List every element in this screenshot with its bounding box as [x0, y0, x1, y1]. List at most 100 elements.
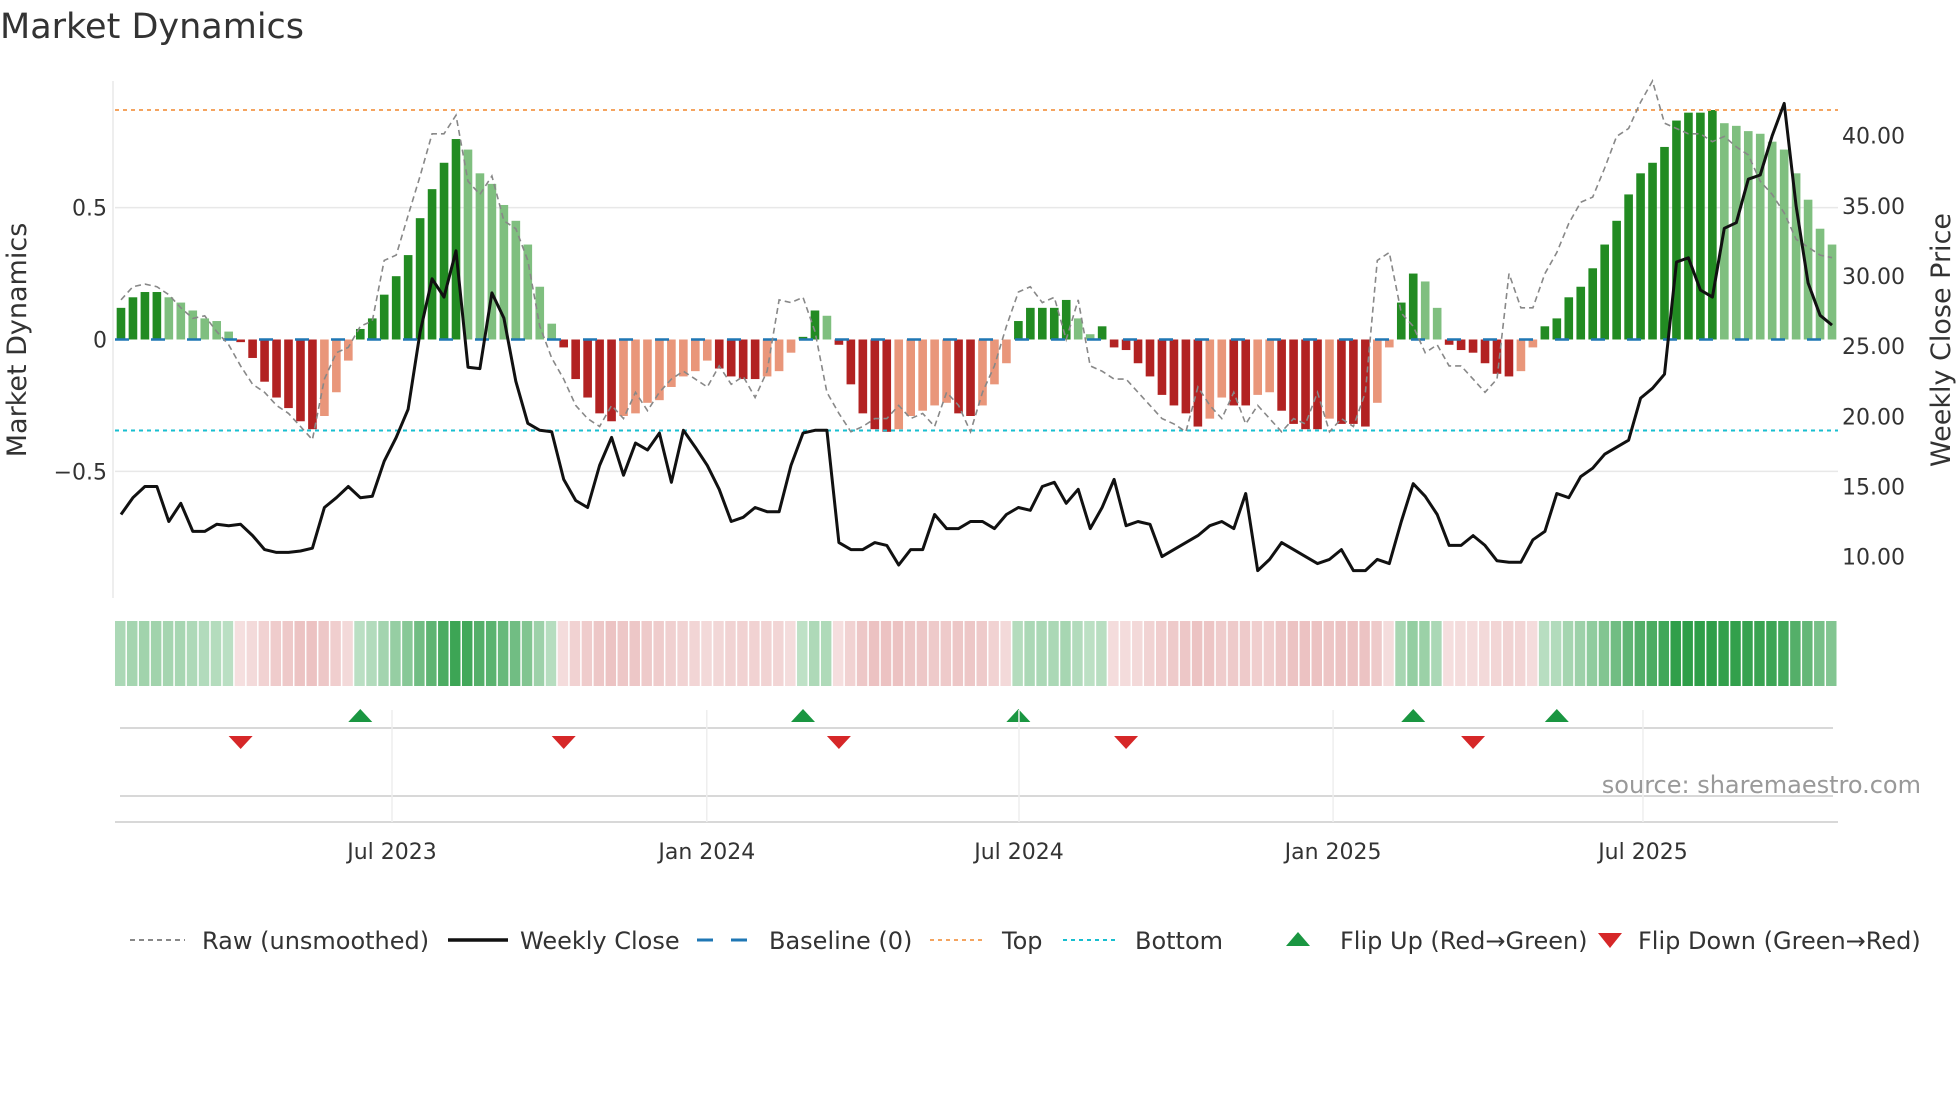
- strip-cell: [174, 621, 186, 686]
- bar: [655, 339, 664, 401]
- bar: [822, 315, 832, 340]
- strip-cell: [1479, 621, 1490, 686]
- strip-cell: [497, 621, 509, 686]
- bar: [619, 339, 628, 416]
- legend-flip-up-icon: [1286, 932, 1310, 946]
- bar: [1696, 112, 1705, 340]
- bar: [1624, 194, 1633, 340]
- bar: [990, 339, 999, 385]
- bar: [810, 310, 820, 340]
- strip-cell: [390, 621, 401, 686]
- legend-label: Top: [1001, 927, 1043, 955]
- bar: [1708, 110, 1717, 340]
- bar: [1731, 125, 1741, 340]
- bar: [403, 255, 413, 340]
- bar: [846, 339, 856, 385]
- strip-cell: [150, 621, 162, 686]
- strip-cell: [665, 621, 676, 686]
- strip-cell: [1120, 621, 1131, 686]
- strip-cell: [689, 621, 700, 686]
- bar: [894, 339, 904, 430]
- strip-cell: [198, 621, 210, 686]
- bar: [1552, 318, 1562, 340]
- strip-cell: [270, 621, 282, 686]
- heat-strip: [115, 621, 1837, 686]
- bar: [152, 292, 162, 340]
- bar: [212, 321, 222, 340]
- bar: [1265, 339, 1274, 393]
- flip-markers: [115, 709, 1838, 823]
- bar: [391, 276, 401, 340]
- strip-cell: [306, 621, 317, 686]
- bar: [1289, 339, 1298, 424]
- strip-cell: [126, 621, 138, 686]
- x-tick-label: Jan 2025: [1283, 840, 1382, 865]
- strip-cell: [1132, 621, 1143, 686]
- strip-cell: [1766, 621, 1777, 686]
- strip-cell: [820, 621, 832, 686]
- strip-cell: [761, 621, 772, 686]
- strip-cell: [1179, 621, 1191, 686]
- bar: [332, 339, 341, 393]
- strip-cell: [1658, 621, 1669, 686]
- flip-up-marker: [1544, 709, 1569, 722]
- strip-cell: [1814, 621, 1825, 686]
- strip-cell: [485, 621, 497, 686]
- bar: [918, 339, 927, 411]
- strip-cell: [1299, 621, 1311, 686]
- strip-cell: [318, 621, 329, 686]
- strip-cell: [509, 621, 521, 686]
- strip-cell: [725, 621, 736, 686]
- strip-cell: [1347, 621, 1358, 686]
- legend-label: Raw (unsmoothed): [202, 927, 429, 955]
- bar: [1313, 339, 1322, 430]
- strip-cell: [677, 621, 688, 686]
- strip-cell: [1622, 621, 1634, 686]
- bar: [128, 297, 138, 340]
- strip-cell: [988, 621, 999, 686]
- flip-up-marker: [791, 709, 816, 722]
- strip-cell: [414, 621, 425, 686]
- strip-cell: [1610, 621, 1622, 686]
- bar: [1684, 112, 1693, 340]
- bar: [1121, 339, 1131, 351]
- strip-cell: [1395, 621, 1406, 686]
- y2-tick-label: 25.00: [1842, 335, 1905, 360]
- flip-down-marker: [1461, 736, 1486, 749]
- bar: [1325, 339, 1334, 419]
- bar: [1349, 339, 1358, 424]
- bar: [535, 286, 545, 340]
- bar: [691, 339, 700, 372]
- strip-cell: [461, 621, 473, 686]
- bar: [858, 339, 868, 414]
- strip-cell: [593, 621, 605, 686]
- bar: [1815, 228, 1825, 340]
- flip-down-marker: [1114, 736, 1139, 749]
- strip-cell: [713, 621, 724, 686]
- y2-tick-label: 15.00: [1842, 475, 1905, 500]
- bar: [1361, 339, 1370, 427]
- legend-flip-down-icon: [1598, 933, 1622, 948]
- strip-cell: [1718, 621, 1729, 686]
- bar: [1672, 120, 1681, 340]
- strip-cell: [1586, 621, 1598, 686]
- bar: [475, 173, 485, 340]
- strip-cell: [1730, 621, 1741, 686]
- strip-cell: [880, 621, 892, 686]
- strip-cell: [378, 621, 389, 686]
- legend-label: Flip Up (Red→Green): [1340, 927, 1588, 955]
- source-label: source: sharemaestro.com: [1602, 771, 1921, 799]
- strip-cell: [186, 621, 198, 686]
- strip-cell: [964, 621, 975, 686]
- bar: [1253, 339, 1262, 395]
- bars: [116, 110, 1837, 432]
- bar: [1049, 307, 1059, 340]
- y2-axis-label: Weekly Close Price: [1926, 213, 1957, 467]
- bar: [1504, 339, 1514, 377]
- strip-cell: [1407, 621, 1418, 686]
- strip-cell: [952, 621, 964, 686]
- strip-cell: [1084, 621, 1095, 686]
- bar: [1157, 339, 1167, 395]
- strip-cell: [1491, 621, 1502, 686]
- strip-cell: [1431, 621, 1442, 686]
